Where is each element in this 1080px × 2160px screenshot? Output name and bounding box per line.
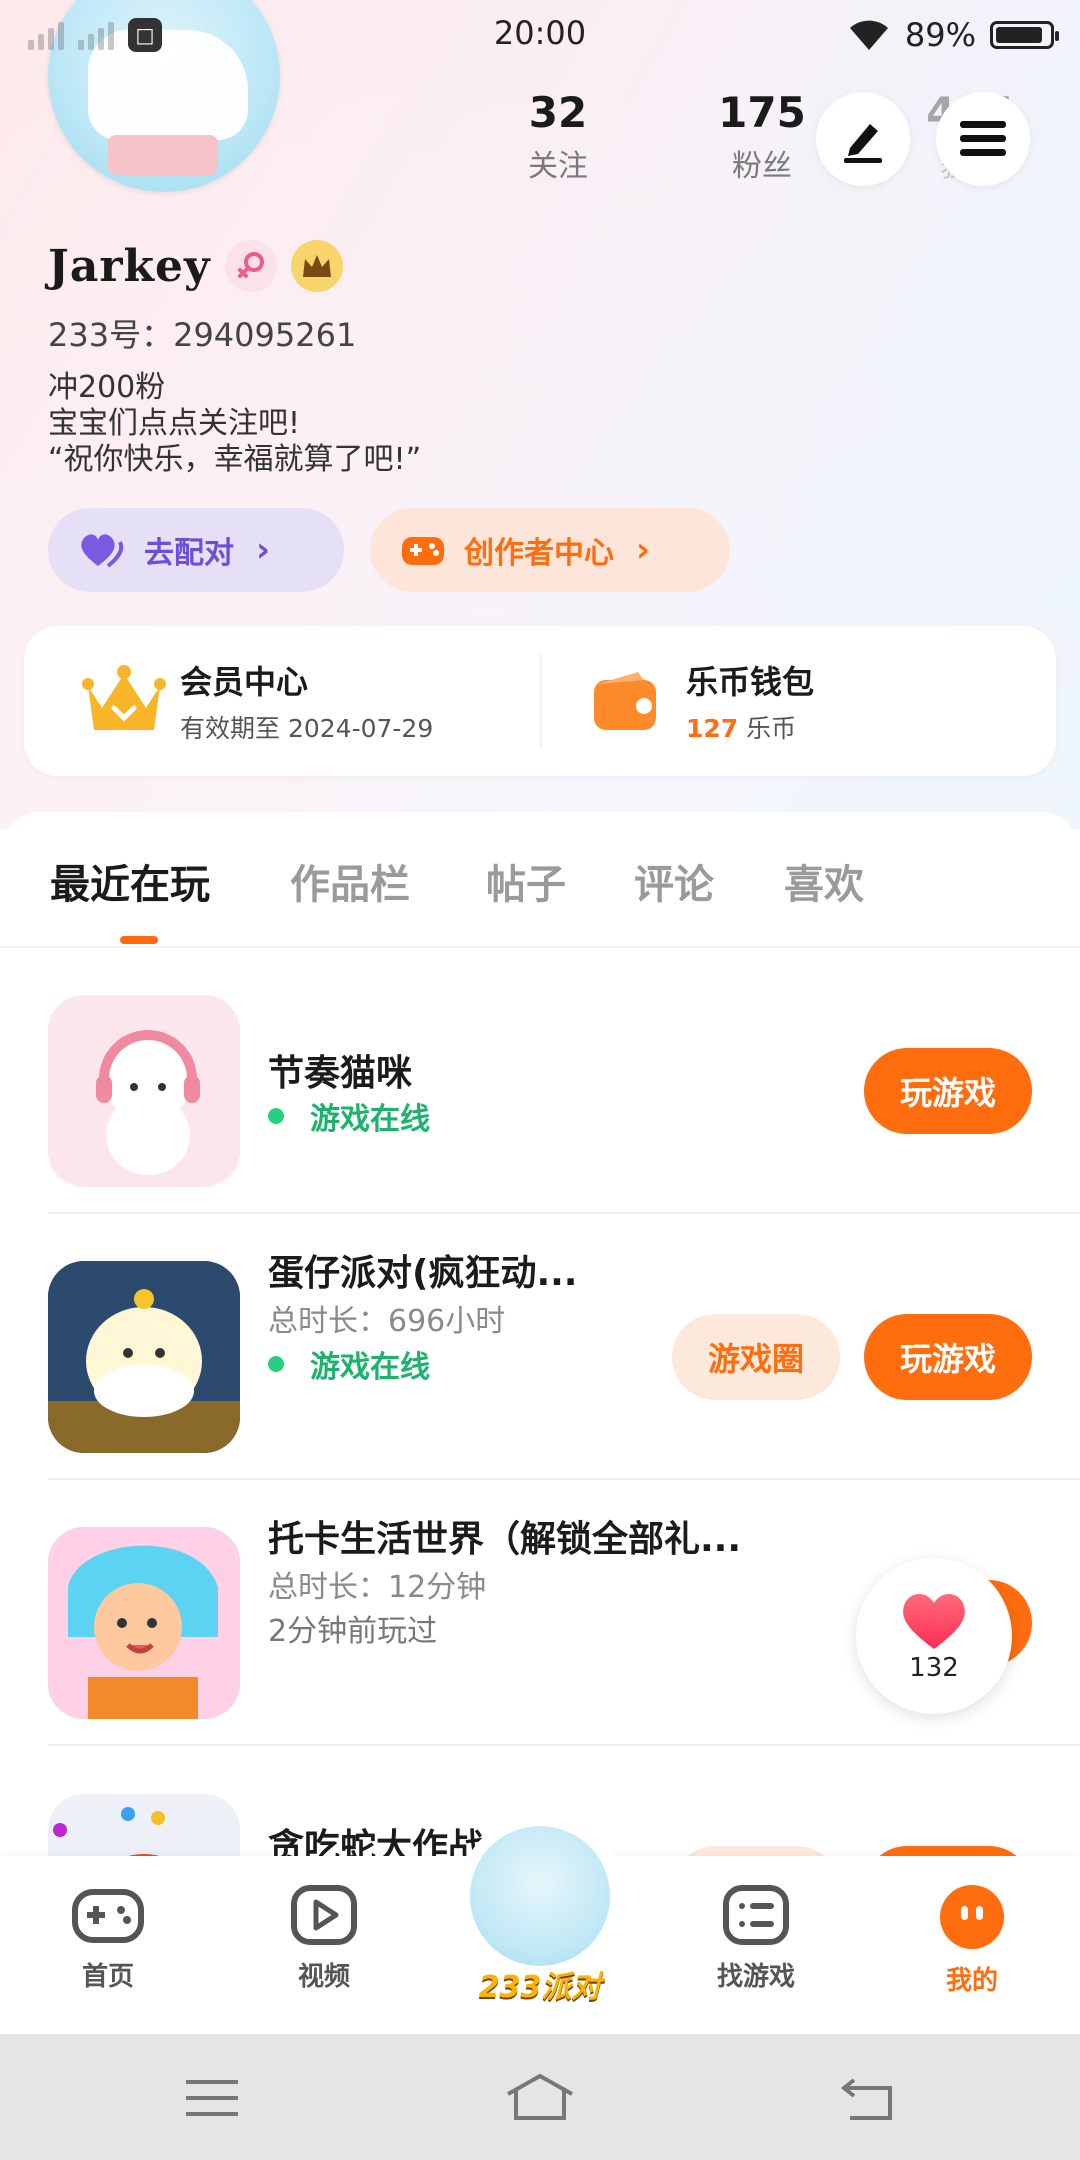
game-title: 节奏猫咪	[268, 1053, 413, 1094]
chevron-right-icon: ›	[256, 530, 271, 570]
recent-apps-icon[interactable]	[184, 2076, 240, 2120]
online-dot	[268, 1108, 284, 1124]
followers-count: 175	[718, 88, 806, 137]
user-bio: 冲200粉 宝宝们点点关注吧! “祝你快乐，幸福就算了吧!”	[48, 370, 422, 477]
pencil-icon	[844, 124, 882, 163]
tab-recently-played[interactable]: 最近在玩	[50, 852, 210, 910]
nav-find-games[interactable]: 找游戏	[686, 1884, 826, 1993]
home-icon[interactable]	[504, 2072, 576, 2122]
wallet-entry[interactable]: 乐币钱包 127 乐币	[588, 626, 814, 776]
creator-center-label: 创作者中心	[464, 536, 614, 571]
game-icon-snake	[48, 1794, 240, 1856]
last-played: 2分钟前玩过	[268, 1614, 438, 1649]
game-online-status: 游戏在线	[268, 1342, 430, 1386]
game-icon-toca-life	[48, 1527, 240, 1719]
nav-video-label: 视频	[297, 1962, 350, 1992]
tab-posts[interactable]: 帖子	[486, 852, 566, 910]
followers-label: 粉丝	[732, 149, 792, 184]
nav-home-label: 首页	[81, 1962, 134, 1992]
profile-face-icon	[940, 1885, 1004, 1949]
menu-button[interactable]	[936, 92, 1030, 186]
active-tab-indicator	[120, 936, 158, 944]
wallet-unit: 乐币	[746, 714, 797, 743]
pair-button[interactable]: 去配对 ›	[48, 508, 344, 592]
floating-like-button[interactable]: 132	[856, 1558, 1012, 1714]
play-duration: 总时长：12分钟	[268, 1570, 487, 1605]
vip-center-title: 会员中心	[180, 663, 309, 701]
game-title: 贪吃蛇大作战	[268, 1827, 485, 1856]
nav-find-games-label: 找游戏	[716, 1962, 795, 1992]
like-count: 132	[909, 1653, 959, 1683]
user-name: Jarkey	[48, 240, 211, 292]
heart-icon	[903, 1594, 965, 1649]
play-game-button[interactable]: 玩游戏	[864, 1048, 1032, 1134]
game-online-status: 游戏在线	[268, 1094, 430, 1138]
heart-pair-icon	[81, 534, 124, 568]
gamepad-icon	[402, 537, 444, 565]
stat-following[interactable]: 32 关注	[488, 88, 628, 185]
game-row[interactable]: 蛋仔派对(疯狂动... 总时长：696小时 游戏在线 游戏圈 玩游戏	[48, 1214, 1080, 1480]
wallet-icon	[594, 672, 656, 730]
following-count: 32	[528, 88, 588, 137]
wallet-title: 乐币钱包	[686, 663, 815, 701]
game-circle-button-partial[interactable]	[672, 1846, 840, 1856]
stat-followers[interactable]: 175 粉丝	[692, 88, 832, 185]
list-icon	[723, 1885, 789, 1945]
system-navigation-bar	[0, 2034, 1080, 2160]
status-bar: □ 20:00 89%	[0, 0, 1080, 70]
party-center-button[interactable]	[470, 1826, 610, 1966]
vip-center-entry[interactable]: 会员中心 有效期至 2024-07-29	[82, 626, 433, 776]
game-icon-eggy-party	[48, 1261, 240, 1453]
back-icon[interactable]	[840, 2074, 896, 2122]
tab-comments[interactable]: 评论	[634, 852, 714, 910]
profile-tabs: 最近在玩 作品栏 帖子 评论 喜欢	[0, 812, 1080, 948]
creator-center-button[interactable]: 创作者中心 ›	[370, 508, 730, 592]
chevron-right-icon: ›	[636, 530, 651, 570]
status-time: 20:00	[493, 14, 587, 52]
pair-label: 去配对	[144, 536, 234, 571]
play-game-button-partial[interactable]	[864, 1846, 1032, 1856]
video-play-icon	[291, 1885, 357, 1945]
following-label: 关注	[528, 149, 588, 184]
vip-expiry: 有效期至 2024-07-29	[180, 714, 434, 743]
gender-female-icon	[224, 240, 277, 292]
game-title: 托卡生活世界（解锁全部礼...	[268, 1519, 742, 1560]
nav-mine[interactable]: 我的	[902, 1884, 1042, 1997]
nav-mine-label: 我的	[945, 1966, 998, 1996]
card-divider	[540, 654, 542, 748]
game-title: 蛋仔派对(疯狂动...	[268, 1253, 578, 1294]
play-duration: 总时长：696小时	[268, 1304, 506, 1339]
game-icon-rhythm-cat	[48, 995, 240, 1187]
battery-icon	[990, 21, 1059, 49]
crown-vip-icon	[82, 665, 166, 730]
tab-works[interactable]: 作品栏	[290, 852, 410, 910]
wallet-amount: 127	[686, 714, 739, 743]
party-center-label: 233派对	[478, 1970, 602, 2005]
game-circle-button[interactable]: 游戏圈	[672, 1314, 840, 1400]
user-id: 233号：294095261	[48, 316, 357, 354]
play-game-button[interactable]: 玩游戏	[864, 1314, 1032, 1400]
name-row: Jarkey	[48, 240, 343, 292]
online-label: 游戏在线	[310, 1102, 430, 1137]
menu-icon	[960, 121, 1006, 156]
online-dot	[268, 1356, 284, 1372]
nav-home[interactable]: 首页	[38, 1884, 178, 1993]
online-label: 游戏在线	[310, 1350, 430, 1385]
gamepad-nav-icon	[72, 1889, 144, 1943]
edit-profile-button[interactable]	[816, 92, 910, 186]
nav-video[interactable]: 视频	[254, 1884, 394, 1993]
crown-badge-icon	[290, 240, 343, 292]
tab-likes[interactable]: 喜欢	[784, 852, 864, 910]
member-wallet-card: 会员中心 有效期至 2024-07-29 乐币钱包 127 乐币	[24, 626, 1056, 776]
game-row[interactable]: 节奏猫咪 游戏在线 玩游戏	[48, 948, 1080, 1214]
